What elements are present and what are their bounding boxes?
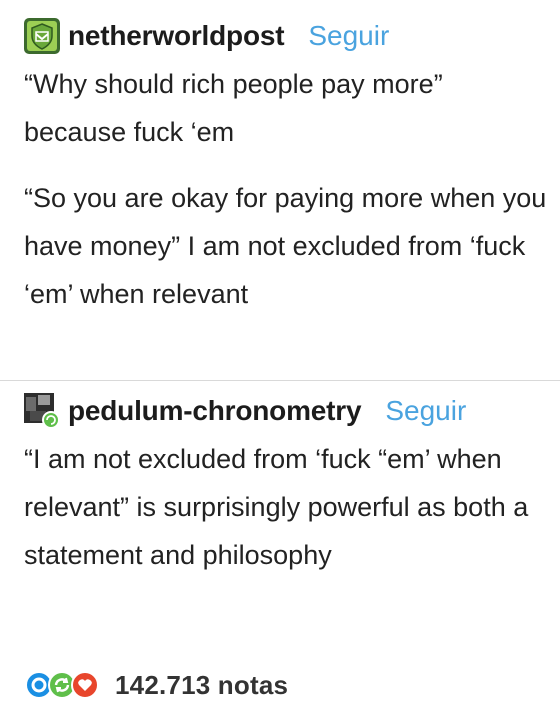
post-header: pedulum-chronometry Seguir xyxy=(24,393,466,429)
username[interactable]: pedulum-chronometry xyxy=(68,395,362,427)
post-text: “I am not excluded from ‘fuck “em’ when … xyxy=(24,444,529,570)
post-text: “So you are okay for paying more when yo… xyxy=(24,183,547,309)
notes-count[interactable]: 142.713 notas xyxy=(115,670,288,701)
dark-photo-avatar-icon[interactable] xyxy=(24,393,60,429)
green-shield-avatar-icon[interactable] xyxy=(24,18,60,54)
notes-row[interactable]: 142.713 notas xyxy=(24,667,288,703)
username[interactable]: netherworldpost xyxy=(68,20,285,52)
post-text: “Why should rich people pay more” becaus… xyxy=(24,69,443,147)
post-netherworldpost: netherworldpost Seguir “Why should rich … xyxy=(0,0,560,380)
post-header: netherworldpost Seguir xyxy=(24,18,389,54)
follow-button[interactable]: Seguir xyxy=(308,20,389,52)
post-pedulum-chronometry: pedulum-chronometry Seguir “I am not exc… xyxy=(0,381,560,715)
follow-button[interactable]: Seguir xyxy=(385,395,466,427)
like-icon xyxy=(70,670,100,700)
